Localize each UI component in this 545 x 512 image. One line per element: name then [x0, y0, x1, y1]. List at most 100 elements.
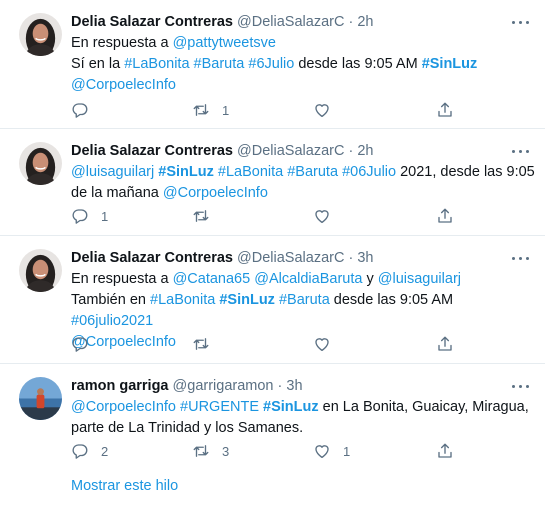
like-button[interactable]: [313, 206, 343, 226]
reply-button[interactable]: 2: [71, 441, 108, 461]
mention-link[interactable]: @CorpoelecInfo: [163, 185, 268, 201]
hashtag-link[interactable]: #Baruta: [287, 164, 338, 180]
text-segment: de la mañana: [71, 185, 163, 201]
timestamp[interactable]: 3h: [286, 378, 302, 394]
tweet[interactable]: Delia Salazar Contreras @DeliaSalazarC ·…: [0, 0, 545, 129]
text-segment: Sí en la: [71, 56, 125, 72]
separator: ·: [348, 250, 354, 266]
mention-link[interactable]: @luisaguilarj: [71, 164, 154, 180]
reply-icon: [71, 207, 89, 225]
display-name[interactable]: ramon garriga: [71, 378, 169, 394]
reply-prefix: En respuesta a: [71, 271, 173, 287]
reply-button[interactable]: [71, 334, 101, 354]
display-name[interactable]: Delia Salazar Contreras: [71, 143, 233, 159]
handle[interactable]: @garrigaramon: [173, 378, 274, 394]
share-icon: [436, 101, 454, 119]
mention-link[interactable]: @luisaguilarj: [378, 271, 461, 287]
tweet-text: @CorpoelecInfo #URGENTE #SinLuz en La Bo…: [71, 397, 535, 439]
more-icon[interactable]: [511, 14, 531, 30]
hashtag-link[interactable]: #SinLuz: [219, 292, 275, 308]
reply-button[interactable]: 1: [71, 206, 108, 226]
tweet-body: ramon garriga @garrigaramon · 3h @Corpoe…: [71, 376, 535, 439]
reply-prefix: En respuesta a: [71, 35, 173, 51]
share-button[interactable]: [436, 334, 454, 354]
retweet-button[interactable]: [192, 334, 222, 354]
reply-icon: [71, 442, 89, 460]
hashtag-link[interactable]: #LaBonita: [150, 292, 215, 308]
like-icon: [313, 335, 331, 353]
like-icon: [313, 101, 331, 119]
hashtag-link[interactable]: #LaBonita: [124, 56, 189, 72]
mention-link[interactable]: @AlcaldiaBaruta: [254, 271, 362, 287]
avatar[interactable]: [19, 142, 62, 185]
more-icon[interactable]: [511, 250, 531, 266]
like-button[interactable]: 1: [313, 441, 350, 461]
hashtag-link[interactable]: #SinLuz: [263, 399, 319, 415]
retweet-icon: [192, 101, 210, 119]
reply-button[interactable]: [71, 100, 101, 120]
show-thread-link[interactable]: Mostrar este hilo: [71, 478, 178, 494]
retweet-button[interactable]: 1: [192, 100, 229, 120]
retweet-button[interactable]: [192, 206, 222, 226]
retweet-count: 1: [222, 102, 230, 118]
text-segment: desde las 9:05 AM: [294, 56, 422, 72]
reply-count: 2: [101, 443, 109, 459]
tweet-body: Delia Salazar Contreras @DeliaSalazarC ·…: [71, 12, 535, 96]
share-button[interactable]: [436, 441, 454, 461]
tweet-header: Delia Salazar Contreras @DeliaSalazarC ·…: [71, 12, 535, 32]
text-segment: parte de La Trinidad y los Samanes.: [71, 420, 304, 436]
like-button[interactable]: [313, 334, 343, 354]
tweet[interactable]: ramon garriga @garrigaramon · 3h @Corpoe…: [0, 364, 545, 510]
retweet-button[interactable]: 3: [192, 441, 229, 461]
hashtag-link[interactable]: #SinLuz: [158, 164, 214, 180]
avatar[interactable]: [19, 13, 62, 56]
share-button[interactable]: [436, 100, 454, 120]
reply-count: 1: [101, 208, 109, 224]
text-segment: desde las 9:05 AM: [329, 292, 454, 308]
text-segment: 2021, desde las 9:05: [396, 164, 535, 180]
text-segment: en La Bonita, Guaicay, Miragua,: [318, 399, 529, 415]
more-icon[interactable]: [511, 143, 531, 159]
share-icon: [436, 207, 454, 225]
tweet-text: Sí en la #LaBonita #Baruta #6Julio desde…: [71, 54, 535, 96]
timestamp[interactable]: 2h: [357, 14, 373, 30]
share-button[interactable]: [436, 206, 454, 226]
hashtag-link[interactable]: #URGENTE: [180, 399, 259, 415]
like-button[interactable]: [313, 100, 343, 120]
hashtag-link[interactable]: #SinLuz: [422, 56, 478, 72]
reply-context: En respuesta a @Catana65 @AlcaldiaBaruta…: [71, 269, 535, 290]
hashtag-link[interactable]: #Baruta: [279, 292, 330, 308]
mention-link[interactable]: @Catana65: [173, 271, 251, 287]
mention-link[interactable]: @CorpoelecInfo: [71, 399, 176, 415]
timestamp[interactable]: 3h: [357, 250, 373, 266]
handle[interactable]: @DeliaSalazarC: [237, 143, 344, 159]
handle[interactable]: @DeliaSalazarC: [237, 250, 344, 266]
hashtag-link[interactable]: #6Julio: [248, 56, 294, 72]
mention-link[interactable]: @CorpoelecInfo: [71, 77, 176, 93]
retweet-icon: [192, 442, 210, 460]
reply-and: y: [362, 271, 378, 287]
share-icon: [436, 335, 454, 353]
tweet-body: Delia Salazar Contreras @DeliaSalazarC ·…: [71, 141, 535, 204]
mention-link[interactable]: @pattytweetsve: [173, 35, 276, 51]
tweet[interactable]: Delia Salazar Contreras @DeliaSalazarC ·…: [0, 236, 545, 364]
separator: ·: [348, 14, 354, 30]
text-segment: También en: [71, 292, 150, 308]
hashtag-link[interactable]: #LaBonita: [218, 164, 283, 180]
avatar[interactable]: [19, 377, 62, 420]
like-icon: [313, 442, 331, 460]
display-name[interactable]: Delia Salazar Contreras: [71, 14, 233, 30]
share-icon: [436, 442, 454, 460]
hashtag-link[interactable]: #06julio2021: [71, 313, 153, 329]
tweet-header: Delia Salazar Contreras @DeliaSalazarC ·…: [71, 141, 535, 161]
timestamp[interactable]: 2h: [357, 143, 373, 159]
avatar[interactable]: [19, 249, 62, 292]
tweet[interactable]: Delia Salazar Contreras @DeliaSalazarC ·…: [0, 129, 545, 236]
reply-icon: [71, 101, 89, 119]
display-name[interactable]: Delia Salazar Contreras: [71, 250, 233, 266]
action-bar: 2 3 1: [71, 441, 535, 461]
handle[interactable]: @DeliaSalazarC: [237, 14, 344, 30]
hashtag-link[interactable]: #Baruta: [194, 56, 245, 72]
more-icon[interactable]: [511, 378, 531, 394]
hashtag-link[interactable]: #06Julio: [342, 164, 396, 180]
